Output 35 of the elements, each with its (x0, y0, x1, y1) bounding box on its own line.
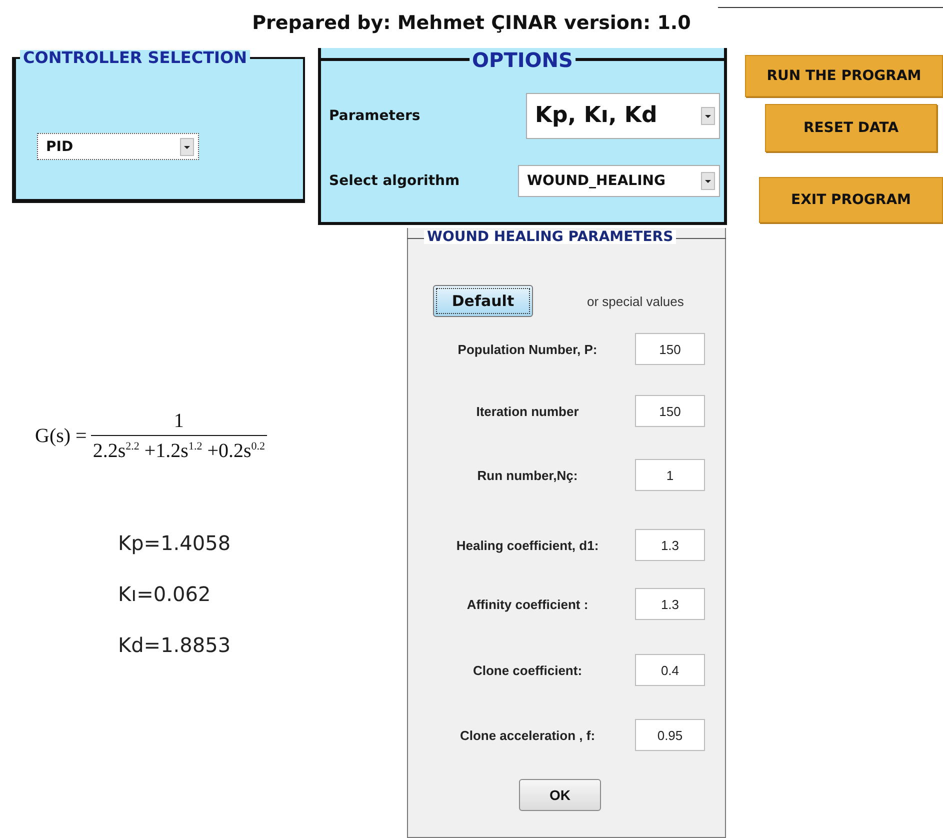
panel-title: WOUND HEALING PARAMETERS (424, 230, 676, 244)
app-title: Prepared by: Mehmet ÇINAR version: 1.0 (252, 12, 691, 34)
default-button[interactable]: Default (433, 285, 533, 317)
parameter-label: Clone coefficient: (472, 662, 584, 678)
panel-title: OPTIONS (469, 50, 576, 70)
ok-button[interactable]: OK (519, 779, 601, 811)
parameter-label: Run number,Nç: (476, 468, 579, 482)
controller-dropdown[interactable]: PID (37, 133, 199, 160)
result-value: Kp=1.4058 (118, 531, 232, 555)
algorithm-dropdown[interactable]: WOUND_HEALING (518, 165, 720, 197)
hint-text: or special values (587, 294, 684, 308)
parameter-input[interactable]: 1 (635, 459, 705, 491)
formula-denominator: 2.2s$^{2.2}$ +1.2s$^{1.2}$ +0.2s$^{0.2}$ (90, 435, 267, 463)
parameter-label: Affinity coefficient : (466, 596, 590, 612)
parameter-input[interactable]: 1.3 (635, 529, 705, 561)
formula-lhs: G(s) = (35, 425, 87, 448)
parameter-label: Iteration number (475, 404, 580, 418)
action-button[interactable]: RESET DATA (765, 104, 937, 152)
parameter-input[interactable]: 0.4 (635, 654, 705, 686)
field-label: Parameters (329, 108, 420, 124)
action-button[interactable]: EXIT PROGRAM (759, 177, 943, 223)
field-label: Select algorithm (329, 173, 460, 189)
parameter-input[interactable]: 150 (635, 395, 705, 427)
result-value: Kı=0.062 (118, 582, 212, 606)
parameter-input[interactable]: 150 (635, 333, 705, 365)
result-value: Kd=1.8853 (118, 633, 232, 657)
formula-numerator: 1 (174, 410, 184, 434)
parameter-label: Healing coefficient, d1: (455, 538, 600, 552)
panel-title: CONTROLLER SELECTION (20, 50, 250, 66)
parameter-label: Population Number, P: (456, 342, 598, 356)
action-button[interactable]: RUN THE PROGRAM (745, 55, 943, 97)
parameters-dropdown[interactable]: Kp, Kı, Kd (526, 92, 720, 138)
parameter-input[interactable]: 1.3 (635, 588, 705, 620)
parameter-label: Clone acceleration , f: (458, 728, 596, 742)
parameter-input[interactable]: 0.95 (635, 719, 705, 751)
